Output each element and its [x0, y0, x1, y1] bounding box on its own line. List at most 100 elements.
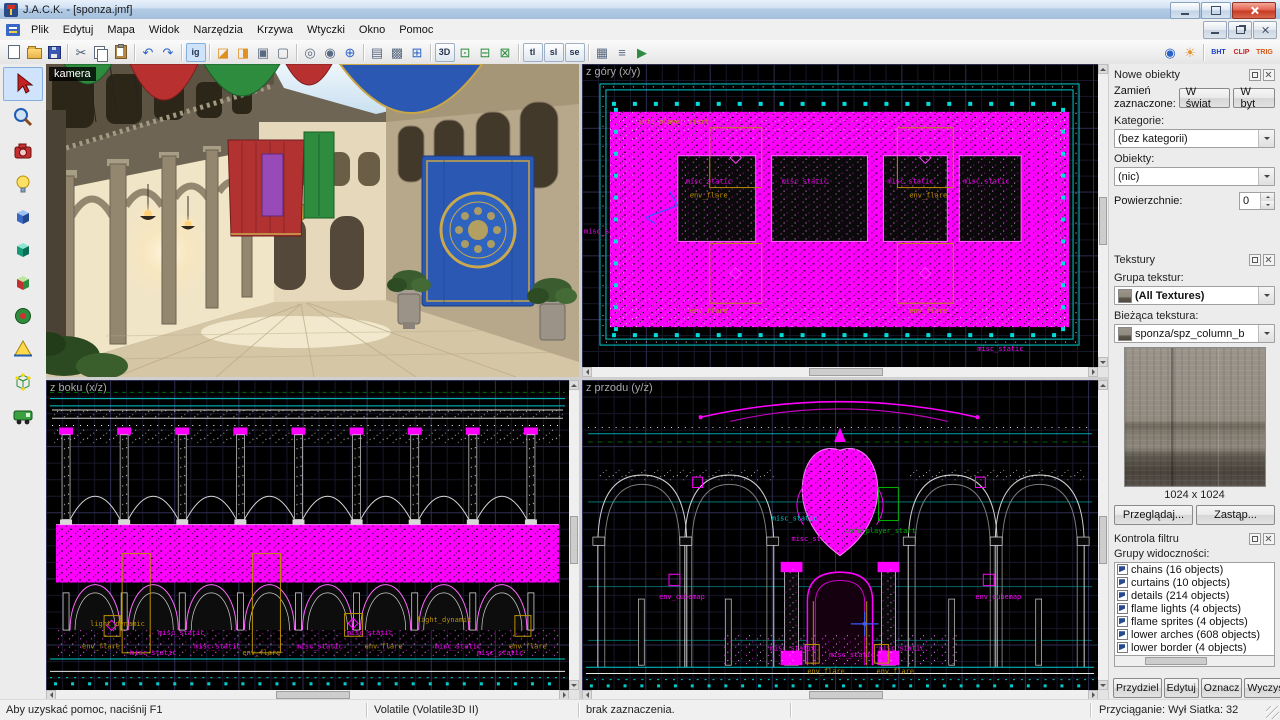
hide-objects-button[interactable]: ◎ [301, 43, 320, 62]
side-view-vscrollbar[interactable] [569, 380, 579, 690]
hscroll-thumb[interactable] [276, 691, 350, 699]
categories-dropdown[interactable]: (bez kategorii) [1114, 129, 1275, 148]
list-hscrollbar[interactable] [1114, 656, 1275, 667]
camera-3d-canvas[interactable] [46, 64, 579, 377]
viewport-2d-front[interactable]: misc_static misc_static info_player_star… [582, 380, 1108, 700]
select-elements-toggle[interactable]: se [565, 43, 585, 62]
scroll-up-arrow[interactable] [1098, 380, 1108, 390]
scroll-down-arrow[interactable] [1098, 357, 1108, 367]
visgroup-flag-icon[interactable] [1117, 629, 1128, 640]
top-view-vscrollbar[interactable] [1098, 64, 1108, 367]
selection-tool-button[interactable] [3, 67, 43, 101]
block-tool-button[interactable] [4, 234, 42, 266]
viewport-2d-top[interactable]: info_player_start misc_static misc_stati… [582, 64, 1108, 377]
save-file-button[interactable] [45, 43, 64, 62]
clipping-tool-button[interactable] [4, 333, 42, 365]
current-texture-dropdown[interactable]: sponza/spz_column_b [1114, 324, 1275, 343]
texture-browser-button[interactable]: ▦ [593, 43, 612, 62]
panel-close-button[interactable] [1263, 254, 1275, 266]
to-world-button[interactable]: W świat [1179, 88, 1231, 108]
magnify-tool-button[interactable] [4, 102, 42, 134]
chevron-down-icon[interactable] [1258, 325, 1274, 342]
redo-button[interactable]: ↷ [159, 43, 178, 62]
list-item[interactable]: lower arches (608 objects) [1115, 628, 1274, 641]
undo-button[interactable]: ↶ [139, 43, 158, 62]
objects-dropdown[interactable]: (nic) [1114, 167, 1275, 186]
path-tool-button[interactable] [4, 399, 42, 431]
snap-to-grid-toggle[interactable]: ⊞ [408, 43, 427, 62]
select-vertices-button[interactable]: ⊡ [456, 43, 475, 62]
visgroup-flag-icon[interactable] [1117, 590, 1128, 601]
scroll-down-arrow[interactable] [1098, 680, 1108, 690]
entity-tool-button[interactable] [4, 168, 42, 200]
visgroup-flag-icon[interactable] [1117, 603, 1128, 614]
list-item[interactable]: flame lights (4 objects) [1115, 602, 1274, 615]
texture-preview[interactable] [1124, 347, 1266, 487]
chevron-down-icon[interactable] [1258, 168, 1274, 185]
ungroup-button[interactable]: ▢ [274, 43, 293, 62]
brush-tool-button[interactable] [4, 201, 42, 233]
texture-application-tool-button[interactable] [4, 267, 42, 299]
mdi-close-button[interactable] [1253, 21, 1277, 39]
texture-lock-toggle[interactable]: tl [523, 43, 543, 62]
browse-textures-button[interactable]: Przeglądaj... [1114, 505, 1193, 525]
viewport-3d-camera[interactable]: kamera [46, 64, 579, 377]
panel-close-button[interactable] [1263, 69, 1275, 81]
front-view-canvas[interactable]: misc_static misc_static info_player_star… [582, 380, 1098, 690]
grid-larger-button[interactable]: ▩ [388, 43, 407, 62]
menu-widok[interactable]: Widok [142, 21, 187, 39]
assign-visgroup-button[interactable]: Przydziel [1113, 678, 1162, 698]
list-item[interactable]: lower border (4 objects) [1115, 641, 1274, 654]
new-file-button[interactable] [5, 43, 24, 62]
side-view-canvas[interactable]: light_dynamic light_dynamic misc_static … [46, 380, 569, 690]
viewport-2d-side[interactable]: light_dynamic light_dynamic misc_static … [46, 380, 579, 700]
apply-clip-texture-button[interactable]: CLIP [1231, 43, 1253, 62]
menu-plik[interactable]: Plik [24, 21, 56, 39]
front-view-vscrollbar[interactable] [1098, 380, 1108, 690]
mark-visgroup-button[interactable]: Oznacz [1201, 678, 1243, 698]
menu-okno[interactable]: Okno [352, 21, 392, 39]
show-objects-button[interactable]: ◉ [321, 43, 340, 62]
goto-coords-button[interactable]: ⊕ [341, 43, 360, 62]
list-item[interactable]: details (214 objects) [1115, 589, 1274, 602]
top-view-canvas[interactable]: info_player_start misc_static misc_stati… [582, 64, 1098, 367]
menu-mapa[interactable]: Mapa [100, 21, 142, 39]
vertex-tool-button[interactable] [4, 366, 42, 398]
scroll-up-arrow[interactable] [569, 380, 579, 390]
hollow-button[interactable]: ◨ [234, 43, 253, 62]
chevron-down-icon[interactable] [1258, 130, 1274, 147]
menu-krzywa[interactable]: Krzywa [250, 21, 300, 39]
select-edges-button[interactable]: ⊟ [476, 43, 495, 62]
panel-pin-button[interactable] [1249, 69, 1261, 81]
minimize-button[interactable] [1170, 2, 1200, 19]
maximize-button[interactable] [1201, 2, 1231, 19]
apply-decal-tool-button[interactable] [4, 300, 42, 332]
group-button[interactable]: ▣ [254, 43, 273, 62]
hscroll-thumb[interactable] [809, 691, 883, 699]
list-item[interactable]: chains (16 objects) [1115, 563, 1274, 576]
to-entity-button[interactable]: W byt [1233, 88, 1275, 108]
visgroup-flag-icon[interactable] [1117, 616, 1128, 627]
panel-pin-button[interactable] [1249, 254, 1261, 266]
visgroup-flag-icon[interactable] [1117, 564, 1128, 575]
panel-close-button[interactable] [1263, 533, 1275, 545]
apply-bht-texture-button[interactable]: BHT [1208, 43, 1230, 62]
resize-grip[interactable] [1266, 706, 1279, 719]
menu-edytuj[interactable]: Edytuj [56, 21, 101, 39]
top-view-hscrollbar[interactable] [582, 367, 1098, 377]
viewport-label-top[interactable]: z góry (x/y) [586, 66, 640, 78]
texture-group-dropdown[interactable]: (All Textures) [1114, 286, 1275, 305]
list-item[interactable]: flame sprites (4 objects) [1115, 615, 1274, 628]
visgroup-flag-icon[interactable] [1117, 577, 1128, 588]
lighting-preview-button[interactable]: ☀ [1181, 43, 1200, 62]
camera-tool-button[interactable] [4, 135, 42, 167]
select-faces-button[interactable]: ⊠ [496, 43, 515, 62]
mdi-restore-button[interactable] [1228, 21, 1252, 39]
title-bar[interactable]: J.A.C.K. - [sponza.jmf] [0, 0, 1280, 20]
viewport-label-front[interactable]: z przodu (y/z) [586, 382, 653, 394]
spinner-up-arrow[interactable] [1261, 193, 1274, 201]
visibility-groups-list[interactable]: chains (16 objects) curtains (10 objects… [1114, 562, 1275, 656]
viewport-label-camera[interactable]: kamera [49, 67, 96, 81]
menu-wtyczki[interactable]: Wtyczki [300, 21, 352, 39]
hscroll-thumb[interactable] [809, 368, 883, 376]
